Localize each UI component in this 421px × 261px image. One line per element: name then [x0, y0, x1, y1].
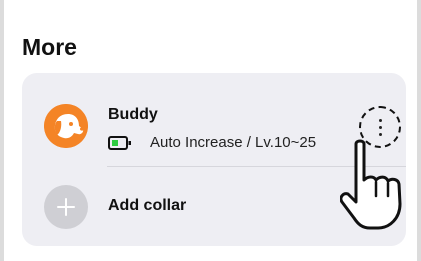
- collar-status: Auto Increase / Lv.10~25: [150, 134, 317, 151]
- pointer-hand-icon: [340, 139, 402, 230]
- pet-name: Buddy: [108, 106, 158, 123]
- dog-avatar-icon: [44, 104, 88, 148]
- plus-icon: [44, 185, 88, 229]
- window-border-left: [0, 0, 4, 261]
- add-collar-label: Add collar: [108, 197, 187, 214]
- page-title: More: [22, 34, 77, 60]
- battery-icon: [108, 136, 131, 150]
